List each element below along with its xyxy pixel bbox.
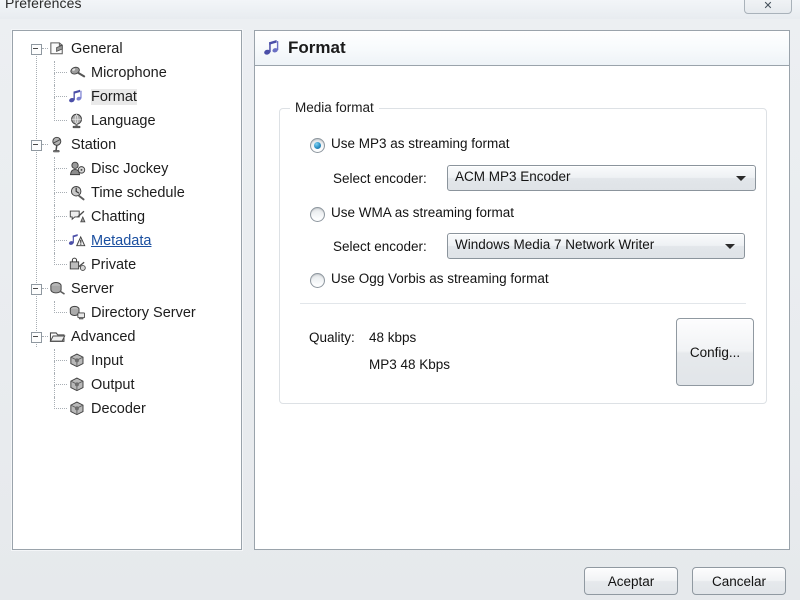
sidebar-item-label: Server	[71, 281, 114, 297]
quality-label: Quality:	[309, 330, 355, 345]
settings-tree: General Microphone Format Language Station Di…	[13, 37, 241, 421]
radio-wma[interactable]	[310, 207, 325, 222]
sidebar-item-time-schedule[interactable]: Time schedule	[13, 181, 241, 205]
general-icon	[48, 40, 67, 57]
close-button[interactable]: ✕	[744, 0, 792, 14]
tree-expander-icon[interactable]	[31, 44, 42, 55]
tree-expander-icon[interactable]	[31, 140, 42, 151]
sidebar-item-label: Time schedule	[91, 185, 185, 201]
tree-connector-line	[54, 217, 56, 229]
encoder-label-mp3: Select encoder:	[333, 171, 427, 186]
directory-server-icon	[68, 304, 87, 321]
tree-connector-line	[54, 361, 56, 373]
radio-label-wma: Use WMA as streaming format	[331, 205, 515, 220]
chatting-icon	[68, 208, 87, 225]
radio-label-mp3: Use MP3 as streaming format	[331, 136, 510, 151]
sidebar-item-metadata[interactable]: Metadata	[13, 229, 241, 253]
sidebar-item-label: Output	[91, 377, 135, 393]
sidebar-item-label: Metadata	[91, 233, 152, 249]
input-cube-icon	[68, 352, 87, 369]
encoder-value-mp3: ACM MP3 Encoder	[455, 169, 571, 184]
encoder-select-wma[interactable]: Windows Media 7 Network Writer	[447, 233, 745, 259]
settings-tree-panel: General Microphone Format Language Station Di…	[12, 30, 242, 550]
quality-value: 48 kbps	[369, 330, 417, 345]
tree-connector-line	[54, 385, 56, 397]
media-format-group: Media format Use MP3 as streaming format…	[279, 100, 767, 404]
panel-body: Media format Use MP3 as streaming format…	[255, 66, 789, 548]
panel-title: Format	[288, 38, 346, 57]
station-antenna-icon	[48, 136, 67, 153]
sidebar-item-label: Directory Server	[91, 305, 196, 321]
sidebar-item-input[interactable]: Input	[13, 349, 241, 373]
advanced-folder-icon	[48, 328, 67, 345]
tree-connector-line	[54, 97, 56, 109]
tree-connector-line	[54, 241, 56, 253]
tree-connector-line	[54, 73, 56, 85]
server-icon	[48, 280, 67, 297]
sidebar-item-format[interactable]: Format	[13, 85, 241, 109]
radio-ogg[interactable]	[310, 273, 325, 288]
config-button[interactable]: Config...	[676, 318, 754, 386]
panel-header: Format	[255, 31, 789, 66]
tree-connector-line	[54, 312, 67, 314]
tree-connector-line	[54, 169, 56, 181]
title-bar: Preferences ✕	[0, 0, 800, 19]
sidebar-item-chatting[interactable]: Chatting	[13, 205, 241, 229]
group-divider	[300, 303, 746, 304]
sidebar-item-decoder[interactable]: Decoder	[13, 397, 241, 421]
sidebar-item-station[interactable]: Station	[13, 133, 241, 157]
sidebar-item-private[interactable]: Private	[13, 253, 241, 277]
encoder-select-mp3[interactable]: ACM MP3 Encoder	[447, 165, 756, 191]
sidebar-item-label: Language	[91, 113, 156, 129]
sidebar-item-label: Private	[91, 257, 137, 273]
quality-detail: MP3 48 Kbps	[369, 357, 451, 372]
disc-jockey-icon	[68, 160, 87, 177]
format-panel: Format Media format Use MP3 as streaming…	[254, 30, 790, 550]
cancel-button[interactable]: Cancelar	[692, 567, 786, 595]
sidebar-item-label: Disc Jockey	[91, 161, 169, 177]
sidebar-item-language[interactable]: Language	[13, 109, 241, 133]
chevron-down-icon	[725, 244, 735, 249]
tree-expander-icon[interactable]	[31, 284, 42, 295]
metadata-icon	[68, 232, 87, 249]
window-title: Preferences	[5, 0, 82, 11]
encoder-value-wma: Windows Media 7 Network Writer	[455, 237, 655, 252]
decoder-cube-icon	[68, 400, 87, 417]
sidebar-item-label: Decoder	[91, 401, 146, 417]
sidebar-item-label: Station	[71, 137, 117, 153]
sidebar-item-label: Input	[91, 353, 124, 369]
chevron-down-icon	[736, 176, 746, 181]
sidebar-item-general[interactable]: General	[13, 37, 241, 61]
format-music-icon	[68, 88, 87, 105]
group-title: Media format	[290, 100, 379, 115]
sidebar-item-label: Advanced	[71, 329, 136, 345]
sidebar-item-advanced[interactable]: Advanced	[13, 325, 241, 349]
radio-mp3[interactable]	[310, 138, 325, 153]
sidebar-item-label: Chatting	[91, 209, 146, 225]
tree-connector-line	[54, 193, 56, 205]
sidebar-item-label: Format	[91, 89, 137, 105]
format-music-icon	[264, 40, 279, 55]
tree-connector-line	[54, 264, 67, 266]
tree-connector-line	[54, 408, 67, 410]
sidebar-item-disc-jockey[interactable]: Disc Jockey	[13, 157, 241, 181]
close-icon: ✕	[763, 0, 773, 12]
language-globe-icon	[68, 112, 87, 129]
sidebar-item-directory-server[interactable]: Directory Server	[13, 301, 241, 325]
sidebar-item-server[interactable]: Server	[13, 277, 241, 301]
encoder-label-wma: Select encoder:	[333, 239, 427, 254]
ok-button[interactable]: Aceptar	[584, 567, 678, 595]
sidebar-item-label: Microphone	[91, 65, 167, 81]
tree-connector-line	[54, 120, 67, 122]
output-cube-icon	[68, 376, 87, 393]
microphone-icon	[68, 64, 87, 81]
radio-label-ogg: Use Ogg Vorbis as streaming format	[331, 271, 549, 286]
tree-expander-icon[interactable]	[31, 332, 42, 343]
time-schedule-icon	[68, 184, 87, 201]
preferences-dialog: Preferences ✕ General Microphone Format Lan…	[0, 0, 800, 600]
private-lock-icon	[68, 256, 87, 273]
sidebar-item-label: General	[71, 41, 123, 57]
sidebar-item-microphone[interactable]: Microphone	[13, 61, 241, 85]
sidebar-item-output[interactable]: Output	[13, 373, 241, 397]
